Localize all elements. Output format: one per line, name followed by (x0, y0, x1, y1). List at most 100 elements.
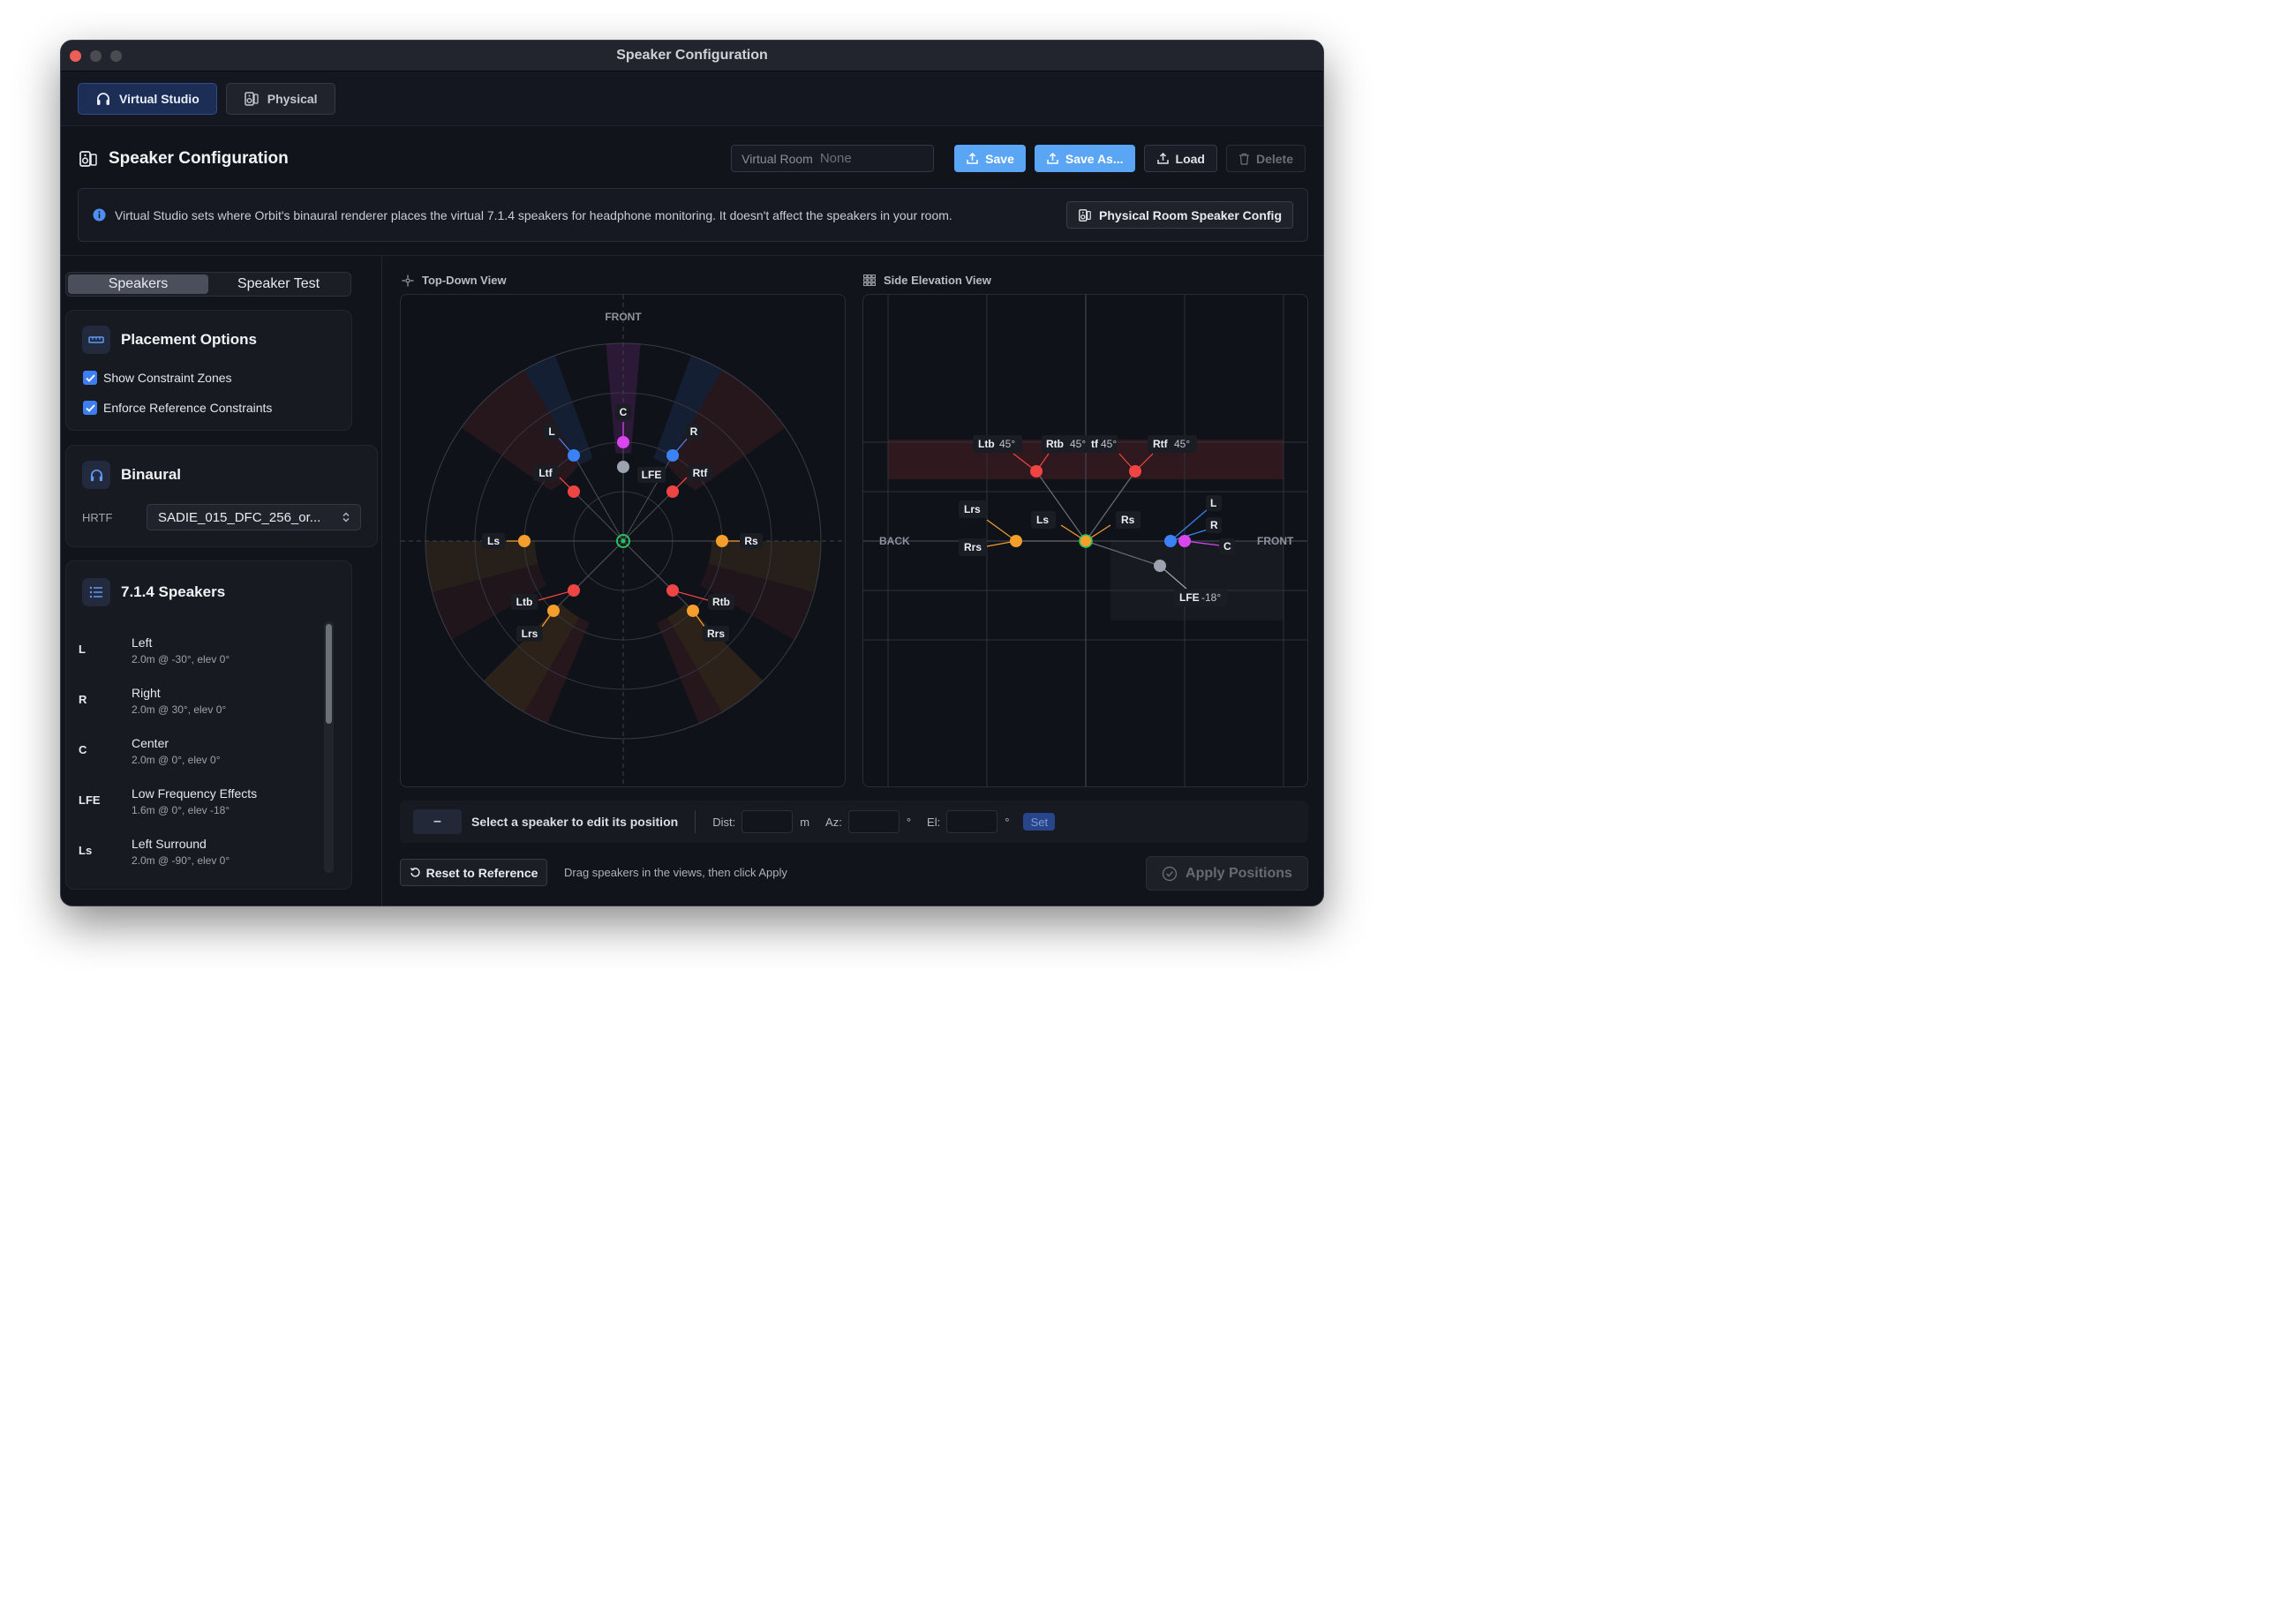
info-banner: Virtual Studio sets where Orbit's binaur… (78, 188, 1308, 242)
virtual-studio-label: Virtual Studio (119, 91, 199, 106)
side-label-ls: Ls (1036, 514, 1049, 526)
side-label-rtb: Rtb (1046, 438, 1064, 450)
save-as-button[interactable]: Save As... (1034, 145, 1135, 172)
speaker-dot-lrs[interactable] (547, 605, 560, 617)
show-zones-label: Show Constraint Zones (103, 371, 232, 385)
side-label-lfe: LFE (1179, 591, 1200, 604)
list-item[interactable]: LFE Low Frequency Effects 1.6m @ 0°, ele… (66, 775, 305, 825)
hrtf-select[interactable]: SADIE_015_DFC_256_or... (147, 504, 361, 530)
editor-message: Select a speaker to edit its position (471, 815, 679, 829)
tab-speakers[interactable]: Speakers (68, 274, 208, 294)
speakers-list-header: 7.1.4 Speakers (82, 578, 225, 606)
side-dot-l[interactable] (1164, 535, 1177, 547)
load-button[interactable]: Load (1143, 145, 1217, 172)
physical-tab[interactable]: Physical (225, 82, 335, 115)
speaker-dot-rs[interactable] (716, 535, 728, 547)
zoom-window-icon[interactable] (110, 50, 122, 62)
hrtf-label: HRTF (82, 510, 113, 524)
placement-options-header: Placement Options (82, 326, 257, 354)
speaker-dot-c[interactable] (617, 436, 629, 448)
binaural-title: Binaural (121, 466, 182, 483)
speaker-dot-rrs[interactable] (687, 605, 699, 617)
left-tab-switcher: Speakers Speaker Test (65, 272, 351, 297)
speaker-code: L (79, 643, 86, 656)
delete-button[interactable]: Delete (1225, 145, 1306, 172)
az-input[interactable] (847, 810, 900, 833)
set-button[interactable]: Set (1023, 813, 1056, 831)
close-window-icon[interactable] (70, 50, 81, 62)
position-editor: – Select a speaker to edit its position … (400, 801, 1308, 843)
speaker-dot-rtb[interactable] (666, 584, 679, 597)
el-input[interactable] (946, 810, 998, 833)
top-label-rtf: Rtf (693, 467, 709, 479)
list-item[interactable]: R Right 2.0m @ 30°, elev 0° (66, 674, 305, 725)
side-elevation-canvas[interactable]: BACK FRONT Ltb 45° Rtb 45° tf 45° Rtf 45… (863, 295, 1308, 787)
top-down-canvas[interactable]: FRONT C L R Ltf Rtf LFE Ls Rs Ltb Rtb Lr… (401, 295, 846, 787)
top-label-r: R (690, 425, 698, 438)
save-button[interactable]: Save (954, 145, 1026, 172)
top-label-ltf: Ltf (538, 467, 553, 479)
traffic-lights (70, 50, 122, 62)
speaker-dot-r[interactable] (666, 449, 679, 462)
speaker-icon (245, 91, 259, 106)
apply-positions-button[interactable]: Apply Positions (1146, 856, 1308, 891)
binaural-icon-box (82, 461, 110, 489)
list-item[interactable]: C Center 2.0m @ 0°, elev 0° (66, 725, 305, 775)
tab-speaker-test[interactable]: Speaker Test (208, 274, 349, 294)
side-label-ltf: tf (1091, 438, 1099, 450)
binaural-card: Binaural HRTF SADIE_015_DFC_256_or... (65, 445, 378, 547)
speaker-detail: 1.6m @ 0°, elev -18° (132, 804, 230, 816)
selected-speaker-chip: – (413, 809, 462, 834)
speaker-icon (1079, 208, 1091, 222)
top-down-view[interactable]: FRONT C L R Ltf Rtf LFE Ls Rs Ltb Rtb Lr… (400, 294, 846, 787)
dist-input[interactable] (742, 810, 794, 833)
dist-unit: m (800, 815, 810, 829)
top-label-ls: Ls (487, 535, 500, 547)
speaker-dot-lfe[interactable] (617, 461, 629, 473)
side-dot-rtf[interactable] (1129, 465, 1141, 477)
side-label-lrs: Lrs (964, 503, 981, 515)
front-label: FRONT (605, 311, 642, 323)
enforce-constraints-checkbox[interactable]: Enforce Reference Constraints (83, 401, 272, 415)
list-item[interactable]: Ls Left Surround 2.0m @ -90°, elev 0° (66, 825, 305, 876)
speaker-name: Left (132, 635, 153, 650)
save-as-icon (1047, 152, 1058, 164)
speaker-detail: 2.0m @ -90°, elev 0° (132, 854, 230, 867)
top-label-c: C (620, 406, 628, 418)
physical-room-config-button[interactable]: Physical Room Speaker Config (1066, 201, 1293, 229)
side-elevation-view[interactable]: BACK FRONT Ltb 45° Rtb 45° tf 45° Rtf 45… (862, 294, 1308, 787)
list-scrollbar-thumb[interactable] (326, 624, 332, 724)
page-title: Speaker Configuration (109, 148, 289, 168)
window-title: Speaker Configuration (616, 48, 768, 63)
updown-chevron-icon (343, 512, 350, 523)
side-dot-ltb[interactable] (1030, 465, 1043, 477)
speakers-list-title: 7.1.4 Speakers (121, 583, 226, 600)
save-label: Save (985, 151, 1014, 166)
speaker-dot-l[interactable] (568, 449, 580, 462)
save-icon (967, 152, 978, 164)
list-scrollbar[interactable] (324, 621, 334, 873)
list-item[interactable]: L Left 2.0m @ -30°, elev 0° (66, 624, 305, 674)
headphones-icon (97, 92, 109, 105)
el-label: El: (927, 815, 941, 829)
speaker-dot-ltb[interactable] (568, 584, 580, 597)
side-dot-c[interactable] (1178, 535, 1191, 547)
virtual-room-field[interactable]: Virtual Room None (731, 145, 935, 172)
side-label-ltb-deg: 45° (999, 438, 1015, 450)
virtual-studio-tab[interactable]: Virtual Studio (78, 82, 217, 115)
save-as-label: Save As... (1065, 151, 1124, 166)
reset-to-reference-button[interactable]: Reset to Reference (400, 859, 547, 886)
speaker-dot-rtf[interactable] (666, 485, 679, 498)
side-dot-lfe[interactable] (1154, 560, 1166, 572)
side-label-l: L (1210, 497, 1216, 509)
placement-options-card: Placement Options Show Constraint Zones … (65, 310, 352, 431)
show-zones-checkbox[interactable]: Show Constraint Zones (83, 371, 232, 385)
list-icon (89, 586, 102, 598)
hrtf-value: SADIE_015_DFC_256_or... (158, 509, 321, 525)
minimize-window-icon[interactable] (90, 50, 102, 62)
side-label-rrs: Rrs (964, 541, 982, 553)
side-label-lfe-deg: -18° (1201, 591, 1221, 604)
side-dot-lrs[interactable] (1010, 535, 1022, 547)
speaker-dot-ltf[interactable] (568, 485, 580, 498)
speaker-dot-ls[interactable] (518, 535, 531, 547)
